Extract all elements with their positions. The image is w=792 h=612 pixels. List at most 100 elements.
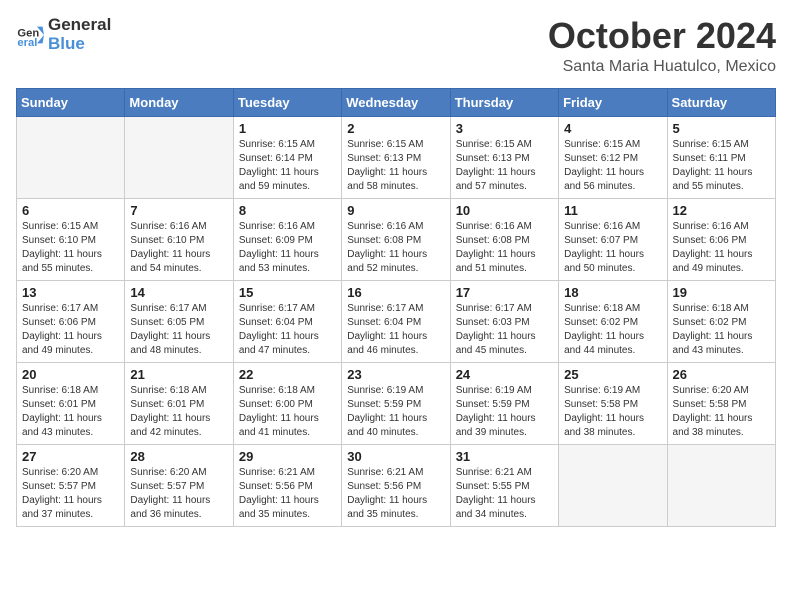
calendar-cell: 13Sunrise: 6:17 AM Sunset: 6:06 PM Dayli…: [17, 280, 125, 362]
calendar-cell: 23 Sunrise: 6:19 AM Sunset: 5:59 PM Dayli…: [342, 362, 450, 444]
day-number: 26: [673, 367, 770, 382]
calendar-cell: 17 Sunrise: 6:17 AM Sunset: 6:03 PM Dayli…: [450, 280, 558, 362]
day-info: Sunrise: 6:15 AM Sunset: 6:13 PM Dayligh…: [456, 138, 553, 194]
day-number: 21: [130, 367, 227, 382]
calendar-cell: 2Sunrise: 6:15 AM Sunset: 6:13 PM Daylig…: [342, 116, 450, 198]
day-info: Sunrise: 6:20 AM Sunset: 5:57 PM Dayligh…: [130, 466, 227, 522]
header-thursday: Thursday: [450, 88, 558, 116]
day-info: Sunrise: 6:17 AM Sunset: 6:04 PM Dayligh…: [347, 302, 444, 358]
day-number: 9: [347, 203, 444, 218]
day-number: 14: [130, 285, 227, 300]
day-number: 1: [239, 121, 336, 136]
calendar-cell: 31 Sunrise: 6:21 AM Sunset: 5:55 PM Dayli…: [450, 444, 558, 526]
day-info: Sunrise: 6:21 AM Sunset: 5:56 PM Dayligh…: [347, 466, 444, 522]
day-number: 13: [22, 285, 119, 300]
calendar-table: SundayMondayTuesdayWednesdayThursdayFrid…: [16, 88, 776, 527]
day-number: 29: [239, 449, 336, 464]
logo: Gen eral General Blue: [16, 16, 111, 53]
calendar-cell: 3Sunrise: 6:15 AM Sunset: 6:13 PM Daylig…: [450, 116, 558, 198]
calendar-cell: 25Sunrise: 6:19 AM Sunset: 5:58 PM Dayli…: [559, 362, 667, 444]
page-header: Gen eral General Blue October 2024 Santa…: [16, 16, 776, 76]
day-number: 24: [456, 367, 553, 382]
header-tuesday: Tuesday: [233, 88, 341, 116]
header-wednesday: Wednesday: [342, 88, 450, 116]
day-info: Sunrise: 6:15 AM Sunset: 6:11 PM Dayligh…: [673, 138, 770, 194]
day-number: 16: [347, 285, 444, 300]
day-number: 8: [239, 203, 336, 218]
day-number: 17: [456, 285, 553, 300]
calendar-cell: 24 Sunrise: 6:19 AM Sunset: 5:59 PM Dayli…: [450, 362, 558, 444]
day-number: 6: [22, 203, 119, 218]
day-info: Sunrise: 6:18 AM Sunset: 6:00 PM Dayligh…: [239, 384, 336, 440]
day-info: Sunrise: 6:16 AM Sunset: 6:10 PM Dayligh…: [130, 220, 227, 276]
calendar-cell: 7 Sunrise: 6:16 AM Sunset: 6:10 PM Daylig…: [125, 198, 233, 280]
day-number: 28: [130, 449, 227, 464]
day-info: Sunrise: 6:21 AM Sunset: 5:56 PM Dayligh…: [239, 466, 336, 522]
calendar-cell: [559, 444, 667, 526]
calendar-cell: [667, 444, 775, 526]
day-number: 4: [564, 121, 661, 136]
day-info: Sunrise: 6:18 AM Sunset: 6:01 PM Dayligh…: [130, 384, 227, 440]
header-sunday: Sunday: [17, 88, 125, 116]
day-number: 22: [239, 367, 336, 382]
calendar-cell: 27 Sunrise: 6:20 AM Sunset: 5:57 PM Dayli…: [17, 444, 125, 526]
svg-text:eral: eral: [17, 37, 37, 49]
header-friday: Friday: [559, 88, 667, 116]
day-info: Sunrise: 6:20 AM Sunset: 5:58 PM Dayligh…: [673, 384, 770, 440]
calendar-cell: 14 Sunrise: 6:17 AM Sunset: 6:05 PM Dayli…: [125, 280, 233, 362]
week-row-3: 13Sunrise: 6:17 AM Sunset: 6:06 PM Dayli…: [17, 280, 776, 362]
day-number: 11: [564, 203, 661, 218]
week-row-4: 20Sunrise: 6:18 AM Sunset: 6:01 PM Dayli…: [17, 362, 776, 444]
calendar-cell: 5 Sunrise: 6:15 AM Sunset: 6:11 PM Daylig…: [667, 116, 775, 198]
calendar-cell: 4 Sunrise: 6:15 AM Sunset: 6:12 PM Daylig…: [559, 116, 667, 198]
day-info: Sunrise: 6:18 AM Sunset: 6:02 PM Dayligh…: [564, 302, 661, 358]
day-info: Sunrise: 6:16 AM Sunset: 6:08 PM Dayligh…: [347, 220, 444, 276]
day-info: Sunrise: 6:17 AM Sunset: 6:04 PM Dayligh…: [239, 302, 336, 358]
day-number: 7: [130, 203, 227, 218]
week-row-1: 1Sunrise: 6:15 AM Sunset: 6:14 PM Daylig…: [17, 116, 776, 198]
day-number: 10: [456, 203, 553, 218]
day-info: Sunrise: 6:17 AM Sunset: 6:03 PM Dayligh…: [456, 302, 553, 358]
day-number: 23: [347, 367, 444, 382]
day-number: 30: [347, 449, 444, 464]
header-saturday: Saturday: [667, 88, 775, 116]
day-info: Sunrise: 6:15 AM Sunset: 6:13 PM Dayligh…: [347, 138, 444, 194]
calendar-cell: 6 Sunrise: 6:15 AM Sunset: 6:10 PM Daylig…: [17, 198, 125, 280]
calendar-cell: 21 Sunrise: 6:18 AM Sunset: 6:01 PM Dayli…: [125, 362, 233, 444]
calendar-cell: 19 Sunrise: 6:18 AM Sunset: 6:02 PM Dayli…: [667, 280, 775, 362]
calendar-cell: 28 Sunrise: 6:20 AM Sunset: 5:57 PM Dayli…: [125, 444, 233, 526]
day-info: Sunrise: 6:15 AM Sunset: 6:10 PM Dayligh…: [22, 220, 119, 276]
calendar-cell: 30 Sunrise: 6:21 AM Sunset: 5:56 PM Dayli…: [342, 444, 450, 526]
day-info: Sunrise: 6:19 AM Sunset: 5:59 PM Dayligh…: [456, 384, 553, 440]
day-number: 27: [22, 449, 119, 464]
day-info: Sunrise: 6:15 AM Sunset: 6:12 PM Dayligh…: [564, 138, 661, 194]
calendar-cell: 9 Sunrise: 6:16 AM Sunset: 6:08 PM Daylig…: [342, 198, 450, 280]
calendar-header: SundayMondayTuesdayWednesdayThursdayFrid…: [17, 88, 776, 116]
calendar-cell: 10 Sunrise: 6:16 AM Sunset: 6:08 PM Dayli…: [450, 198, 558, 280]
calendar-cell: [125, 116, 233, 198]
day-number: 5: [673, 121, 770, 136]
logo-blue: Blue: [48, 35, 111, 54]
calendar-cell: 16 Sunrise: 6:17 AM Sunset: 6:04 PM Dayli…: [342, 280, 450, 362]
day-info: Sunrise: 6:16 AM Sunset: 6:08 PM Dayligh…: [456, 220, 553, 276]
calendar-cell: 18Sunrise: 6:18 AM Sunset: 6:02 PM Dayli…: [559, 280, 667, 362]
day-number: 19: [673, 285, 770, 300]
calendar-cell: 22 Sunrise: 6:18 AM Sunset: 6:00 PM Dayli…: [233, 362, 341, 444]
week-row-2: 6 Sunrise: 6:15 AM Sunset: 6:10 PM Daylig…: [17, 198, 776, 280]
day-info: Sunrise: 6:17 AM Sunset: 6:05 PM Dayligh…: [130, 302, 227, 358]
day-info: Sunrise: 6:16 AM Sunset: 6:09 PM Dayligh…: [239, 220, 336, 276]
day-info: Sunrise: 6:21 AM Sunset: 5:55 PM Dayligh…: [456, 466, 553, 522]
day-info: Sunrise: 6:20 AM Sunset: 5:57 PM Dayligh…: [22, 466, 119, 522]
day-info: Sunrise: 6:19 AM Sunset: 5:58 PM Dayligh…: [564, 384, 661, 440]
header-monday: Monday: [125, 88, 233, 116]
day-number: 31: [456, 449, 553, 464]
week-row-5: 27 Sunrise: 6:20 AM Sunset: 5:57 PM Dayli…: [17, 444, 776, 526]
calendar-cell: 12Sunrise: 6:16 AM Sunset: 6:06 PM Dayli…: [667, 198, 775, 280]
calendar-cell: 20Sunrise: 6:18 AM Sunset: 6:01 PM Dayli…: [17, 362, 125, 444]
day-info: Sunrise: 6:18 AM Sunset: 6:02 PM Dayligh…: [673, 302, 770, 358]
calendar-cell: 1Sunrise: 6:15 AM Sunset: 6:14 PM Daylig…: [233, 116, 341, 198]
day-info: Sunrise: 6:19 AM Sunset: 5:59 PM Dayligh…: [347, 384, 444, 440]
logo-icon: Gen eral: [16, 21, 44, 49]
day-info: Sunrise: 6:16 AM Sunset: 6:07 PM Dayligh…: [564, 220, 661, 276]
location-title: Santa Maria Huatulco, Mexico: [548, 58, 776, 76]
